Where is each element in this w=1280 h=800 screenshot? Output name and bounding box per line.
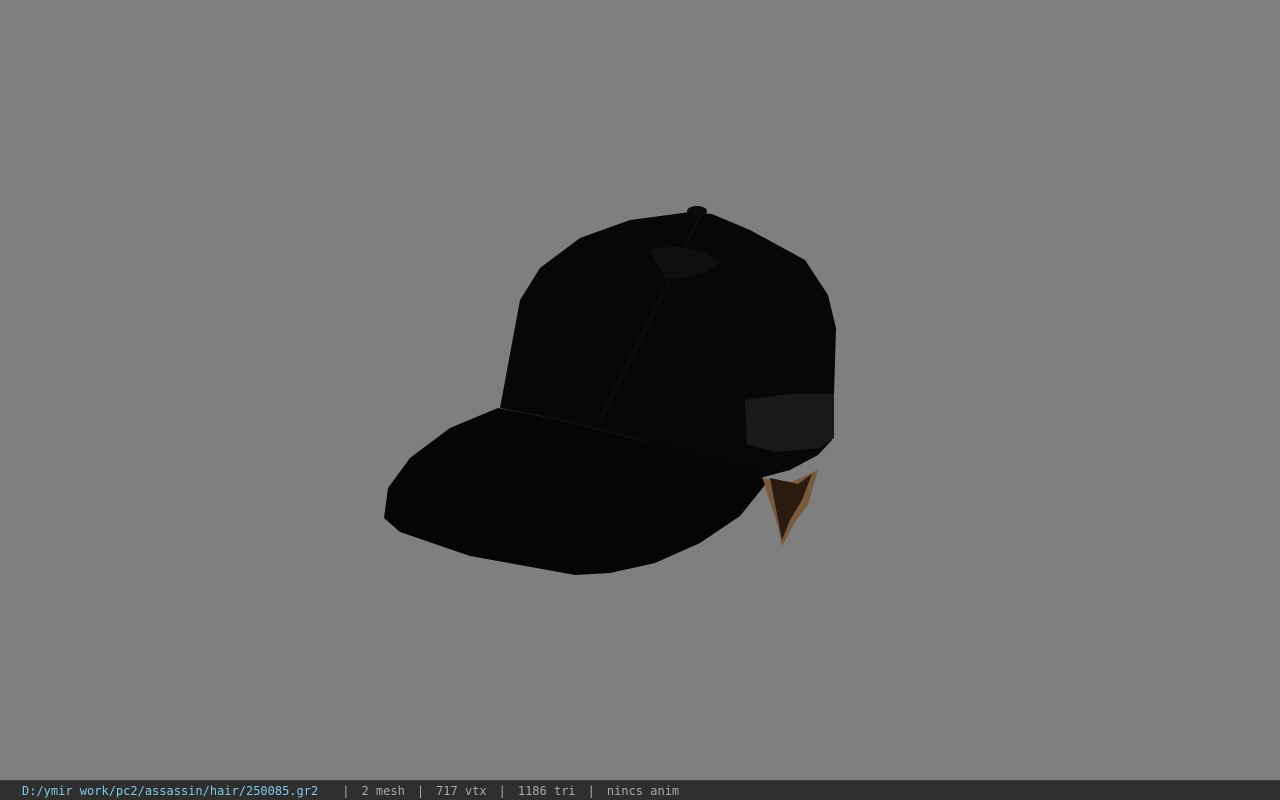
3d-viewport[interactable]	[0, 0, 1280, 780]
cap-button	[687, 206, 707, 216]
model-render[interactable]	[0, 0, 1280, 780]
vertex-count: 717 vtx	[436, 783, 487, 798]
separator: |	[498, 783, 506, 798]
hair-mesh	[762, 470, 818, 546]
cap-side-band	[745, 394, 834, 452]
triangle-count: 1186 tri	[517, 783, 576, 798]
separator: |	[342, 783, 350, 798]
file-path: D:/ymir work/pc2/assassin/hair/250085.gr…	[22, 783, 319, 798]
animation-status: nincs anim	[606, 783, 680, 798]
status-bar: D:/ymir work/pc2/assassin/hair/250085.gr…	[0, 780, 1280, 800]
mesh-count: 2 mesh	[361, 783, 405, 798]
separator: |	[587, 783, 595, 798]
cap-mesh	[384, 206, 836, 575]
separator: |	[416, 783, 425, 798]
